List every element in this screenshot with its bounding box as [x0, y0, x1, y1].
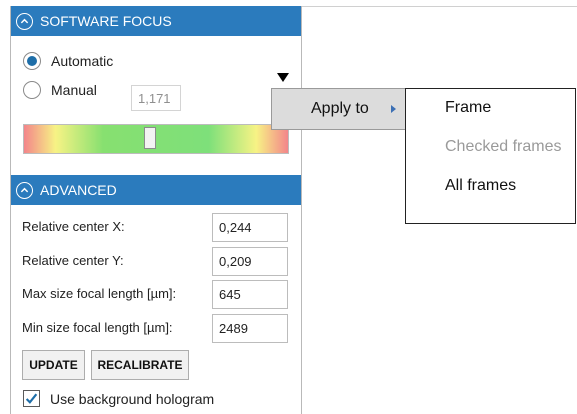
- chevron-up-circle-icon[interactable]: [16, 181, 33, 199]
- manual-focus-value[interactable]: 1,171: [131, 85, 181, 111]
- radio-manual-label: Manual: [51, 82, 97, 98]
- radio-button-automatic[interactable]: [23, 52, 41, 70]
- field-label: Relative center Y:: [22, 253, 124, 268]
- submenu-item-all-frames[interactable]: All frames: [445, 177, 516, 195]
- focus-slider-thumb[interactable]: [144, 127, 156, 149]
- triangle-down-icon[interactable]: [277, 73, 289, 82]
- field-relative-center-y: Relative center Y: 0,209: [11, 245, 301, 277]
- relative-center-x-input[interactable]: 0,244: [212, 213, 288, 242]
- field-relative-center-x: Relative center X: 0,244: [11, 211, 301, 243]
- relative-center-y-input[interactable]: 0,209: [212, 247, 288, 276]
- radio-button-manual[interactable]: [23, 81, 41, 99]
- field-label: Max size focal length [µm]:: [22, 286, 177, 301]
- radio-automatic-label: Automatic: [51, 53, 114, 69]
- app-window: SOFTWARE FOCUS Automatic Manual 1,171 AD…: [0, 0, 577, 414]
- background-hologram-checkbox[interactable]: [23, 390, 40, 407]
- software-focus-title: SOFTWARE FOCUS: [40, 13, 172, 29]
- background-hologram-label: Use background hologram: [50, 390, 215, 407]
- field-label: Relative center X:: [22, 219, 125, 234]
- submenu-item-checked-frames: Checked frames: [445, 138, 562, 155]
- advanced-header[interactable]: ADVANCED: [11, 175, 301, 205]
- field-min-focal-length: Min size focal length [µm]: 2489: [11, 312, 301, 344]
- menu-item-apply-to[interactable]: Apply to: [271, 88, 406, 130]
- software-focus-header[interactable]: SOFTWARE FOCUS: [11, 6, 301, 36]
- recalibrate-button[interactable]: RECALIBRATE: [91, 350, 189, 380]
- field-max-focal-length: Max size focal length [µm]: 645: [11, 278, 301, 310]
- radio-selected-dot: [27, 56, 37, 66]
- triangle-right-icon: [391, 105, 396, 113]
- field-label: Min size focal length [µm]:: [22, 320, 173, 335]
- apply-to-submenu: Frame Checked frames All frames: [405, 88, 576, 224]
- chevron-up-circle-icon[interactable]: [16, 12, 33, 30]
- min-focal-length-input[interactable]: 2489: [212, 314, 288, 343]
- apply-to-label: Apply to: [311, 100, 369, 117]
- checkmark-icon: [25, 393, 38, 404]
- radio-automatic[interactable]: Automatic: [23, 52, 113, 70]
- background-hologram-option[interactable]: Use background hologram: [23, 390, 214, 407]
- radio-manual[interactable]: Manual: [23, 81, 97, 99]
- max-focal-length-input[interactable]: 645: [212, 280, 288, 309]
- focus-panel: SOFTWARE FOCUS Automatic Manual 1,171 AD…: [10, 6, 302, 414]
- update-button[interactable]: UPDATE: [22, 350, 85, 380]
- submenu-item-frame[interactable]: Frame: [445, 99, 491, 117]
- advanced-title: ADVANCED: [40, 182, 117, 198]
- focus-slider[interactable]: [23, 124, 289, 154]
- top-divider: [300, 6, 577, 7]
